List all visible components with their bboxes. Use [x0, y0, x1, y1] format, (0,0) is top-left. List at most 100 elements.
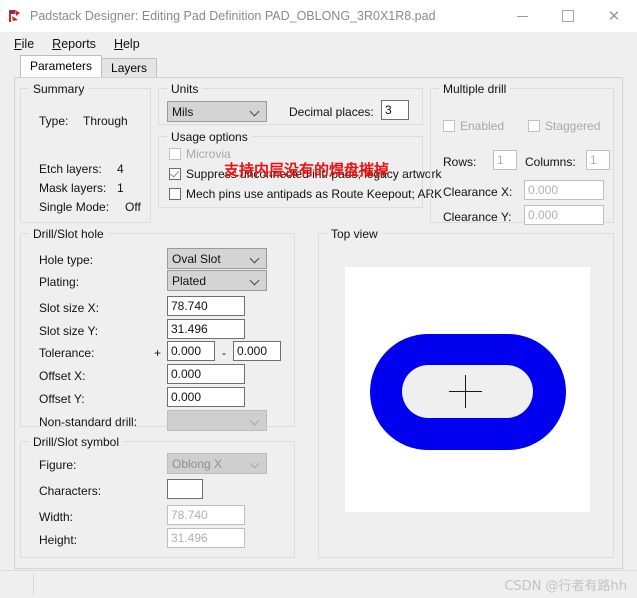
hole-type-label: Hole type:	[39, 253, 94, 267]
checkbox-suppress-unconnected-box[interactable]	[169, 168, 181, 180]
clearance-x-input[interactable]: 0.000	[524, 180, 604, 200]
width-label: Width:	[39, 510, 74, 524]
summary-etch-layers-label: Etch layers:	[39, 162, 102, 176]
slot-size-y-input[interactable]: 31.496	[167, 319, 245, 339]
annotation-text: 支持内层没有的焊盘摧掉	[224, 161, 390, 179]
tab-strip: Parameters Layers	[0, 55, 637, 78]
close-button[interactable]: ✕	[591, 0, 637, 32]
offset-y-input[interactable]: 0.000	[167, 387, 245, 407]
group-drill-slot-hole: Drill/Slot hole Hole type: Oval Slot Pla…	[20, 227, 295, 431]
tolerance-separator: -	[222, 346, 226, 360]
checkbox-microvia-box[interactable]	[169, 148, 181, 160]
checkbox-staggered-box[interactable]	[528, 120, 540, 132]
menu-reports-label: eports	[61, 37, 96, 51]
group-summary-legend: Summary	[29, 82, 89, 96]
hole-type-select-value: Oval Slot	[172, 252, 221, 266]
rows-input[interactable]: 1	[493, 150, 517, 170]
slot-size-y-label: Slot size Y:	[39, 324, 99, 338]
menu-help[interactable]: Help	[106, 34, 150, 54]
window-controls: ✕	[499, 0, 637, 32]
menu-help-label: elp	[122, 37, 140, 51]
watermark-text: CSDN @行者有路hh	[504, 579, 627, 594]
width-input[interactable]: 78.740	[167, 505, 245, 525]
group-multiple-drill-legend: Multiple drill	[439, 82, 511, 96]
tab-layers[interactable]: Layers	[101, 58, 158, 78]
decimal-places-input[interactable]: 3	[381, 100, 409, 120]
chevron-down-icon	[251, 255, 260, 260]
group-top-view-legend: Top view	[327, 227, 382, 241]
summary-mask-layers-label: Mask layers:	[39, 181, 107, 195]
plating-select[interactable]: Plated	[167, 270, 267, 291]
non-standard-drill-label: Non-standard drill:	[39, 415, 138, 429]
summary-single-mode-label: Single Mode:	[39, 200, 110, 214]
minimize-button[interactable]	[499, 0, 545, 32]
checkbox-multiple-drill-enabled[interactable]: Enabled	[443, 119, 504, 133]
clearance-x-label: Clearance X:	[443, 185, 513, 199]
group-top-view: Top view	[318, 227, 614, 558]
units-select[interactable]: Mils	[167, 101, 267, 122]
checkbox-mech-pins-antipads-label: Mech pins use antipads as Route Keepout;…	[186, 187, 443, 201]
chevron-down-icon	[251, 417, 260, 422]
tolerance-minus-input[interactable]: 0.000	[233, 341, 281, 361]
tolerance-plus-input[interactable]: 0.000	[167, 341, 215, 361]
maximize-button[interactable]	[545, 0, 591, 32]
figure-select-value: Oblong X	[172, 457, 223, 471]
slot-size-x-input[interactable]: 78.740	[167, 296, 245, 316]
characters-input[interactable]	[167, 479, 203, 499]
close-icon: ✕	[607, 6, 621, 25]
hole-type-select[interactable]: Oval Slot	[167, 248, 267, 269]
slot-size-x-label: Slot size X:	[39, 301, 100, 315]
checkbox-multiple-drill-enabled-label: Enabled	[460, 119, 505, 133]
menu-file[interactable]: File	[6, 34, 44, 54]
group-drill-slot-symbol: Drill/Slot symbol Figure: Oblong X Chara…	[20, 435, 295, 558]
group-units-legend: Units	[167, 82, 203, 96]
clearance-y-label: Clearance Y:	[443, 210, 512, 224]
characters-label: Characters:	[39, 484, 102, 498]
group-summary: Summary Type: Through Etch layers: 4 Mas…	[20, 82, 151, 223]
offset-x-input[interactable]: 0.000	[167, 364, 245, 384]
checkbox-mech-pins-antipads[interactable]: Mech pins use antipads as Route Keepout;…	[169, 187, 442, 201]
group-usage-options-legend: Usage options	[167, 130, 252, 144]
offset-y-label: Offset Y:	[39, 392, 85, 406]
non-standard-drill-select[interactable]	[167, 410, 267, 431]
chevron-down-icon	[251, 460, 260, 465]
checkbox-staggered[interactable]: Staggered	[528, 119, 600, 133]
checkbox-microvia[interactable]: Microvia	[169, 147, 231, 161]
group-drill-slot-symbol-legend: Drill/Slot symbol	[29, 435, 124, 449]
padstack-app-icon	[7, 8, 23, 24]
figure-select[interactable]: Oblong X	[167, 453, 267, 474]
plating-select-value: Plated	[172, 274, 207, 288]
checkbox-staggered-label: Staggered	[545, 119, 601, 133]
parameters-panel: Summary Type: Through Etch layers: 4 Mas…	[14, 77, 623, 569]
crosshair-vertical	[465, 375, 466, 408]
menu-reports[interactable]: Reports	[44, 34, 106, 54]
tolerance-label: Tolerance:	[39, 346, 95, 360]
columns-input[interactable]: 1	[586, 150, 610, 170]
height-input[interactable]: 31.496	[167, 528, 245, 548]
group-units: Units Mils Decimal places: 3	[158, 82, 423, 125]
summary-etch-layers-value: 4	[117, 162, 124, 176]
clearance-y-input[interactable]: 0.000	[524, 205, 604, 225]
chevron-down-icon	[251, 108, 260, 113]
window-title: Padstack Designer: Editing Pad Definitio…	[30, 9, 436, 23]
summary-type-value: Through	[83, 114, 128, 128]
menu-file-label: ile	[21, 37, 35, 51]
status-bar: CSDN @行者有路hh	[0, 570, 637, 598]
maximize-icon	[562, 10, 574, 22]
title-bar: Padstack Designer: Editing Pad Definitio…	[0, 0, 637, 32]
summary-type-label: Type:	[39, 114, 69, 128]
top-view-canvas[interactable]	[345, 267, 590, 512]
summary-single-mode-value: Off	[125, 200, 141, 214]
minimize-icon	[516, 15, 528, 17]
plating-label: Plating:	[39, 275, 80, 289]
menu-bar: File Reports Help	[0, 32, 637, 56]
tolerance-plus-sign: +	[154, 346, 162, 360]
tab-parameters[interactable]: Parameters	[20, 55, 103, 77]
group-multiple-drill: Multiple drill Enabled Staggered Rows: 1…	[430, 82, 614, 225]
summary-mask-layers-value: 1	[117, 181, 124, 195]
group-drill-slot-hole-legend: Drill/Slot hole	[29, 227, 108, 241]
checkbox-mech-pins-antipads-box[interactable]	[169, 188, 181, 200]
checkbox-multiple-drill-enabled-box[interactable]	[443, 120, 455, 132]
chevron-down-icon	[251, 277, 260, 282]
decimal-places-label: Decimal places:	[289, 105, 374, 119]
